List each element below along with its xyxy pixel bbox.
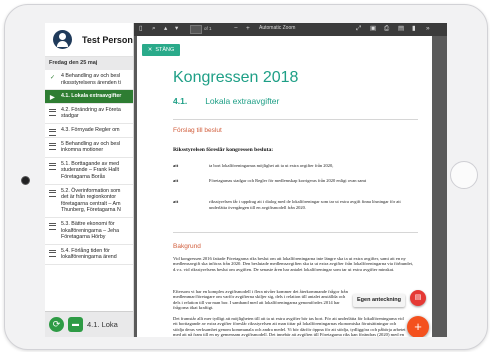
list-icon xyxy=(49,142,56,150)
agenda-item-label: 4.2. Förändring av Företa stadgar xyxy=(61,106,121,120)
agenda-item[interactable]: 5.4. Förlång tiden för lokalföreningarna… xyxy=(45,245,133,265)
own-note-button[interactable]: Egen anteckning xyxy=(353,294,406,307)
agenda-item-label: 5.1. Borttagande av med studerande – Fra… xyxy=(61,160,120,180)
zoom-select[interactable]: Automatic Zoom xyxy=(259,25,295,31)
agenda-item[interactable]: 4.3. Förnyade Regler om xyxy=(45,124,133,138)
agenda-list: ✓ 4 Behandling av och besl rikssstyrelsen… xyxy=(45,70,133,265)
paragraph: Det framstår allt mer tydligt att möjlig… xyxy=(173,316,406,337)
paragraph: Eftersom vi har en komplex avgiftsmodell… xyxy=(173,289,348,311)
download-icon[interactable]: ▤ xyxy=(398,25,404,33)
page-count: of 1 xyxy=(204,26,212,31)
date-header: Fredag den 25 maj xyxy=(45,57,133,70)
agenda-item-label: 5.4. Förlång tiden för lokalföreningarna… xyxy=(61,247,117,261)
list-icon xyxy=(49,249,56,257)
agenda-item-label: 4.3. Förnyade Regler om xyxy=(61,126,120,133)
list-icon xyxy=(49,108,56,116)
list-icon xyxy=(49,189,56,197)
search-icon[interactable]: ⌕ xyxy=(152,25,156,33)
page-number-input[interactable] xyxy=(190,25,202,34)
user-header[interactable]: Test Person xyxy=(45,23,133,57)
zoom-in-icon[interactable]: + xyxy=(246,25,250,33)
print-icon[interactable]: ⎙ xyxy=(384,25,389,33)
agenda-item-label: 5 Behandling av och besl inkomna motione… xyxy=(61,140,121,154)
section-heading: 4.1. Lokala extraavgifter xyxy=(173,96,279,106)
agenda-item-label: 4 Behandling av och besl rikssstyrelsens… xyxy=(61,73,121,86)
user-name: Test Person xyxy=(82,34,133,45)
page-up-icon[interactable]: ▴ xyxy=(164,25,167,33)
agenda-item-label: 5.3. Bättre ekonomi för lokalföreningarn… xyxy=(61,220,120,241)
current-item-label: 4.1. Loka xyxy=(87,320,118,329)
check-icon: ✓ xyxy=(50,75,56,81)
list-icon xyxy=(49,128,56,136)
background-heading: Bakgrund xyxy=(173,243,201,250)
screen: Test Person Fredag den 25 maj ✓ 4 Behandl… xyxy=(45,23,447,337)
list-icon xyxy=(49,162,56,170)
divider xyxy=(173,119,418,120)
agenda-item[interactable]: 5.3. Bättre ekonomi för lokalföreningarn… xyxy=(45,218,133,245)
open-file-icon[interactable]: ▣ xyxy=(370,25,376,33)
avatar-icon xyxy=(53,30,72,49)
agenda-item[interactable]: ✓ 4 Behandling av och besl rikssstyrelsen… xyxy=(45,70,133,91)
agenda-item-label: 5.2. Överinformation som det är från reg… xyxy=(61,187,121,214)
agenda-item[interactable]: ▶ 4.1. Lokala extraavgifter xyxy=(45,90,133,104)
pdf-toolbar: ▯ ⌕ ▴ ▾ of 1 − + Automatic Zoom ⤢ ▣ ⎙ ▤ … xyxy=(134,23,447,36)
play-icon: ▶ xyxy=(50,95,55,102)
list-icon xyxy=(49,222,56,230)
att-text: riksstyrelsen får i uppdrag att i dialog… xyxy=(209,199,401,210)
home-button[interactable] xyxy=(450,161,478,189)
page-down-icon[interactable]: ▾ xyxy=(175,25,178,33)
section-number: 4.1. xyxy=(173,96,188,106)
agenda-item[interactable]: 5 Behandling av och besl inkomna motione… xyxy=(45,138,133,158)
more-tools-icon[interactable]: » xyxy=(426,25,430,33)
bookmark-icon[interactable]: ▮ xyxy=(412,25,416,33)
sidebar-footer: ⟳ ▬ 4.1. Loka xyxy=(45,311,133,337)
paragraph: Vid kongressen 2016 fattade Företagarna … xyxy=(173,256,414,272)
page-title: Kongressen 2018 xyxy=(173,69,299,86)
att-label: att xyxy=(173,178,179,183)
proposal-heading: Förslag till beslut xyxy=(173,127,222,134)
att-label: att xyxy=(173,163,179,168)
att-text: Företagarnas stadgar och Regler för medl… xyxy=(209,178,367,183)
camera-dot xyxy=(21,176,30,185)
agenda-item[interactable]: 5.1. Borttagande av med studerande – Fra… xyxy=(45,158,133,185)
chat-icon[interactable]: ▬ xyxy=(68,317,83,332)
divider xyxy=(173,232,418,233)
att-label: att xyxy=(173,199,179,204)
pdf-page: ✕ STÄNG Kongressen 2018 4.1. Lokala extra… xyxy=(137,36,432,337)
board-heading: Riksstyrelsen föreslår kongressen beslut… xyxy=(173,147,274,153)
agenda-item-label: 4.1. Lokala extraavgifter xyxy=(61,93,122,100)
add-button[interactable]: + xyxy=(407,316,429,337)
section-title: Lokala extraavgifter xyxy=(205,96,280,106)
refresh-icon[interactable]: ⟳ xyxy=(49,317,64,332)
zoom-out-icon[interactable]: − xyxy=(234,25,238,33)
document-icon[interactable]: ▤ xyxy=(410,290,426,306)
close-button[interactable]: ✕ STÄNG xyxy=(142,44,180,56)
fullscreen-icon[interactable]: ⤢ xyxy=(356,25,361,33)
agenda-item[interactable]: 4.2. Förändring av Företa stadgar xyxy=(45,104,133,124)
sidebar-toggle-icon[interactable]: ▯ xyxy=(139,25,143,33)
att-text: ta bort lokalföreningarnas möjlighet att… xyxy=(209,163,334,168)
pdf-viewer: ▯ ⌕ ▴ ▾ of 1 − + Automatic Zoom ⤢ ▣ ⎙ ▤ … xyxy=(134,23,447,337)
agenda-item[interactable]: 5.2. Överinformation som det är från reg… xyxy=(45,185,133,218)
agenda-sidebar: Test Person Fredag den 25 maj ✓ 4 Behandl… xyxy=(45,23,134,337)
